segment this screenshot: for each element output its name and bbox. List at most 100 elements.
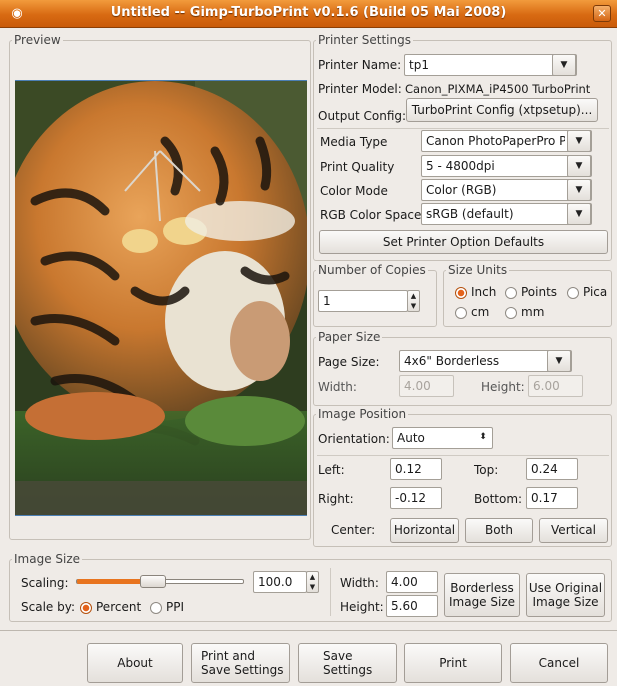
image-size-legend: Image Size [14, 552, 81, 566]
color-mode-value: Color (RGB) [426, 183, 497, 197]
divider [330, 568, 331, 616]
paper-width-input: 4.00 [399, 375, 454, 397]
radio-percent-label: Percent [96, 600, 142, 614]
center-label: Center: [331, 523, 376, 537]
radio-percent[interactable] [80, 602, 92, 614]
printer-model-label: Printer Model: [318, 82, 402, 96]
print-quality-select[interactable]: 5 - 4800dpi ▼ [421, 155, 592, 177]
paper-width-label: Width: [318, 380, 357, 394]
top-margin-input[interactable]: 0.24 [526, 458, 578, 480]
divider [317, 128, 609, 129]
chevron-down-icon: ▼ [567, 155, 591, 177]
output-config-label: Output Config: [318, 109, 407, 123]
printer-name-select[interactable]: tp1 ▼ [404, 54, 577, 76]
color-mode-select[interactable]: Color (RGB) ▼ [421, 179, 592, 201]
original-line2: Image Size [532, 595, 599, 609]
page-size-value: 4x6" Borderless [404, 354, 500, 368]
radio-points[interactable] [505, 287, 517, 299]
window-title: Untitled -- Gimp-TurboPrint v0.1.6 (Buil… [110, 5, 507, 20]
paper-size-legend: Paper Size [318, 330, 381, 344]
copies-legend: Number of Copies [318, 263, 426, 277]
image-position-legend: Image Position [318, 407, 407, 421]
radio-cm[interactable] [455, 307, 467, 319]
page-size-select[interactable]: 4x6" Borderless ▼ [399, 350, 572, 372]
radio-points-label: Points [521, 285, 558, 299]
radio-mm-label: mm [521, 305, 545, 319]
borderless-line2: Image Size [448, 595, 516, 609]
rgb-color-space-value: sRGB (default) [426, 207, 514, 221]
scaling-label: Scaling: [21, 576, 69, 590]
rgb-color-space-select[interactable]: sRGB (default) ▼ [421, 203, 592, 225]
radio-ppi-label: PPI [166, 600, 185, 614]
original-line1: Use Original [528, 580, 603, 595]
cancel-button[interactable]: Cancel [510, 643, 608, 683]
divider [317, 455, 609, 456]
set-printer-defaults-button[interactable]: Set Printer Option Defaults [319, 230, 608, 254]
radio-pica[interactable] [567, 287, 579, 299]
media-type-value: Canon PhotoPaperPro P [426, 134, 565, 148]
updown-arrows-icon: ⬍ [479, 432, 487, 442]
print-quality-value: 5 - 4800dpi [426, 159, 495, 173]
orientation-value: Auto [397, 431, 425, 445]
radio-ppi[interactable] [150, 602, 162, 614]
radio-mm[interactable] [505, 307, 517, 319]
bottom-margin-label: Bottom: [474, 492, 523, 506]
rgb-color-space-label: RGB Color Space [320, 208, 422, 222]
paper-height-label: Height: [481, 380, 525, 394]
orientation-label: Orientation: [318, 432, 390, 446]
footer-divider [0, 630, 617, 631]
right-margin-label: Right: [318, 492, 354, 506]
title-bar[interactable]: ◉ Untitled -- Gimp-TurboPrint v0.1.6 (Bu… [0, 0, 617, 28]
media-type-select[interactable]: Canon PhotoPaperPro P ▼ [421, 130, 592, 152]
radio-cm-label: cm [471, 305, 490, 319]
scaling-slider-thumb[interactable] [140, 575, 166, 588]
printer-name-value: tp1 [409, 58, 429, 72]
chevron-down-icon: ▼ [567, 203, 591, 225]
top-margin-label: Top: [474, 463, 499, 477]
bottom-margin-input[interactable]: 0.17 [526, 487, 578, 509]
chevron-down-icon: ▼ [567, 179, 591, 201]
left-margin-input[interactable]: 0.12 [390, 458, 442, 480]
right-margin-input[interactable]: -0.12 [390, 487, 442, 509]
image-width-input[interactable]: 4.00 [386, 571, 438, 593]
image-width-label: Width: [340, 576, 379, 590]
page-size-label: Page Size: [318, 355, 380, 369]
center-both-button[interactable]: Both [465, 518, 533, 543]
scale-by-label: Scale by: [21, 600, 75, 614]
print-save-line1: Print and [201, 648, 255, 663]
radio-inch-label: Inch [471, 285, 497, 299]
media-type-label: Media Type [320, 135, 388, 149]
image-height-label: Height: [340, 600, 384, 614]
printer-model-value: Canon_PIXMA_iP4500 TurboPrint [405, 82, 591, 96]
about-button[interactable]: About [87, 643, 183, 683]
turboprint-config-button[interactable]: TurboPrint Config (xtpsetup)... [406, 98, 598, 122]
image-height-input[interactable]: 5.60 [386, 595, 438, 617]
radio-inch[interactable] [455, 287, 467, 299]
print-and-save-settings-button[interactable]: Print and Save Settings [191, 643, 290, 683]
print-button[interactable]: Print [404, 643, 502, 683]
printer-name-label: Printer Name: [318, 58, 402, 72]
print-save-line2: Save Settings [201, 663, 284, 677]
chevron-down-icon: ▼ [552, 54, 576, 76]
paper-height-input: 6.00 [528, 375, 583, 397]
copies-spinner[interactable]: ▲ ▼ [407, 290, 420, 312]
borderless-line1: Borderless [450, 580, 514, 595]
preview-image[interactable] [15, 80, 307, 516]
scaling-slider-fill [77, 579, 141, 584]
scaling-input[interactable]: 100.0 [253, 571, 307, 593]
size-units-legend: Size Units [448, 263, 508, 277]
orientation-select[interactable]: Auto ⬍ [392, 427, 493, 449]
chevron-down-icon: ▼ [547, 350, 571, 372]
original-image-size-button[interactable]: Use Original Image Size [526, 573, 605, 617]
printer-settings-legend: Printer Settings [318, 33, 411, 47]
color-mode-label: Color Mode [320, 184, 388, 198]
save-settings-button[interactable]: Save Settings [298, 643, 397, 683]
borderless-image-size-button[interactable]: Borderless Image Size [444, 573, 520, 617]
copies-input[interactable]: 1 [318, 290, 408, 312]
preview-legend: Preview [14, 33, 61, 47]
center-vertical-button[interactable]: Vertical [539, 518, 608, 543]
scaling-spinner[interactable]: ▲ ▼ [306, 571, 319, 593]
center-horizontal-button[interactable]: Horizontal [390, 518, 459, 543]
close-window-button[interactable]: ✕ [593, 5, 611, 22]
chevron-down-icon: ▼ [567, 130, 591, 152]
